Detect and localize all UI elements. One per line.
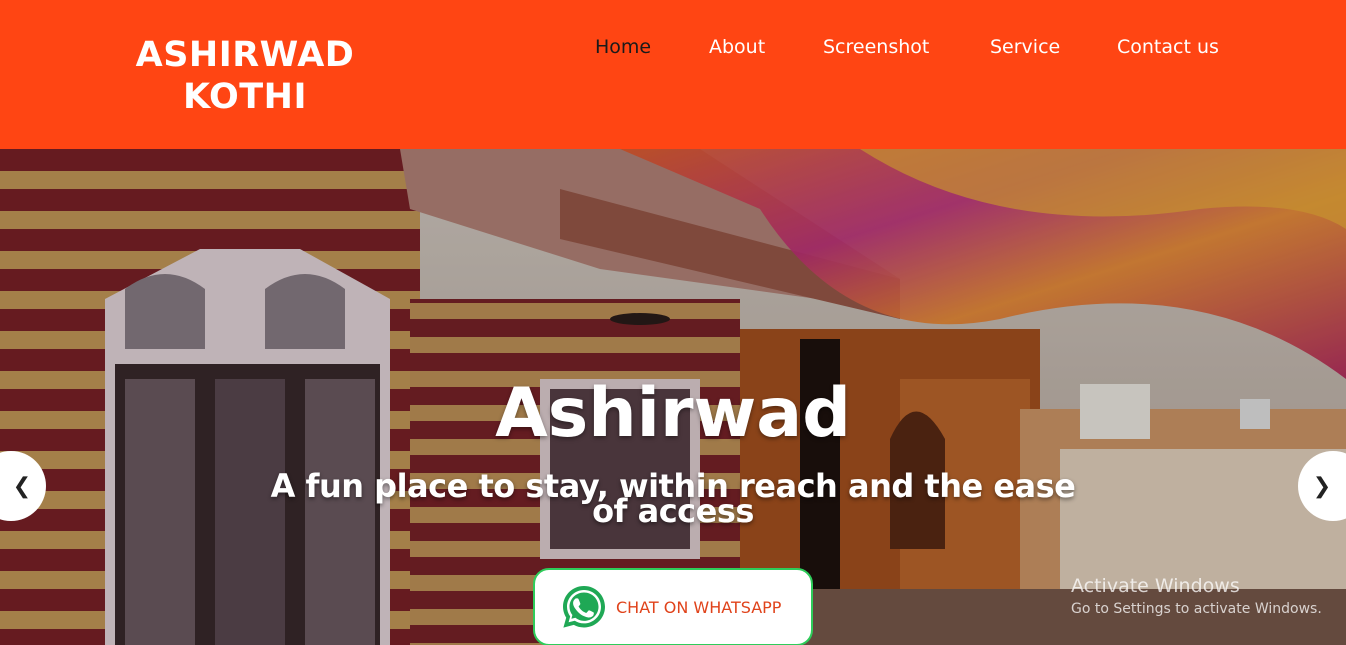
nav-home[interactable]: Home — [595, 36, 651, 58]
nav-screenshot[interactable]: Screenshot — [823, 36, 929, 58]
chevron-left-icon: ❮ — [12, 473, 32, 499]
whatsapp-icon — [563, 586, 605, 628]
watermark-line-1: Activate Windows — [1071, 575, 1240, 597]
site-logo[interactable]: ASHIRWAD KOTHI — [120, 34, 370, 118]
hero-title: Ashirwad — [495, 374, 851, 453]
hero-subtitle: A fun place to stay, within reach and th… — [270, 467, 1076, 530]
windows-activation-watermark: Activate Windows Go to Settings to activ… — [1071, 574, 1322, 619]
nav-about[interactable]: About — [709, 36, 765, 58]
nav-contact[interactable]: Contact us — [1117, 36, 1219, 58]
logo-line-1: ASHIRWAD — [135, 35, 355, 75]
watermark-line-2: Go to Settings to activate Windows. — [1071, 601, 1322, 617]
chevron-right-icon: ❯ — [1312, 473, 1332, 499]
chat-on-whatsapp-label: CHAT ON WHATSAPP — [616, 597, 782, 617]
logo-line-2: KOTHI — [183, 77, 307, 117]
site-header: ASHIRWAD KOTHI Home About Screenshot Ser… — [0, 0, 1346, 149]
chat-on-whatsapp-button[interactable]: CHAT ON WHATSAPP — [533, 568, 813, 645]
hero-slider: Ashirwad A fun place to stay, within rea… — [0, 149, 1346, 645]
nav-service[interactable]: Service — [990, 36, 1060, 58]
